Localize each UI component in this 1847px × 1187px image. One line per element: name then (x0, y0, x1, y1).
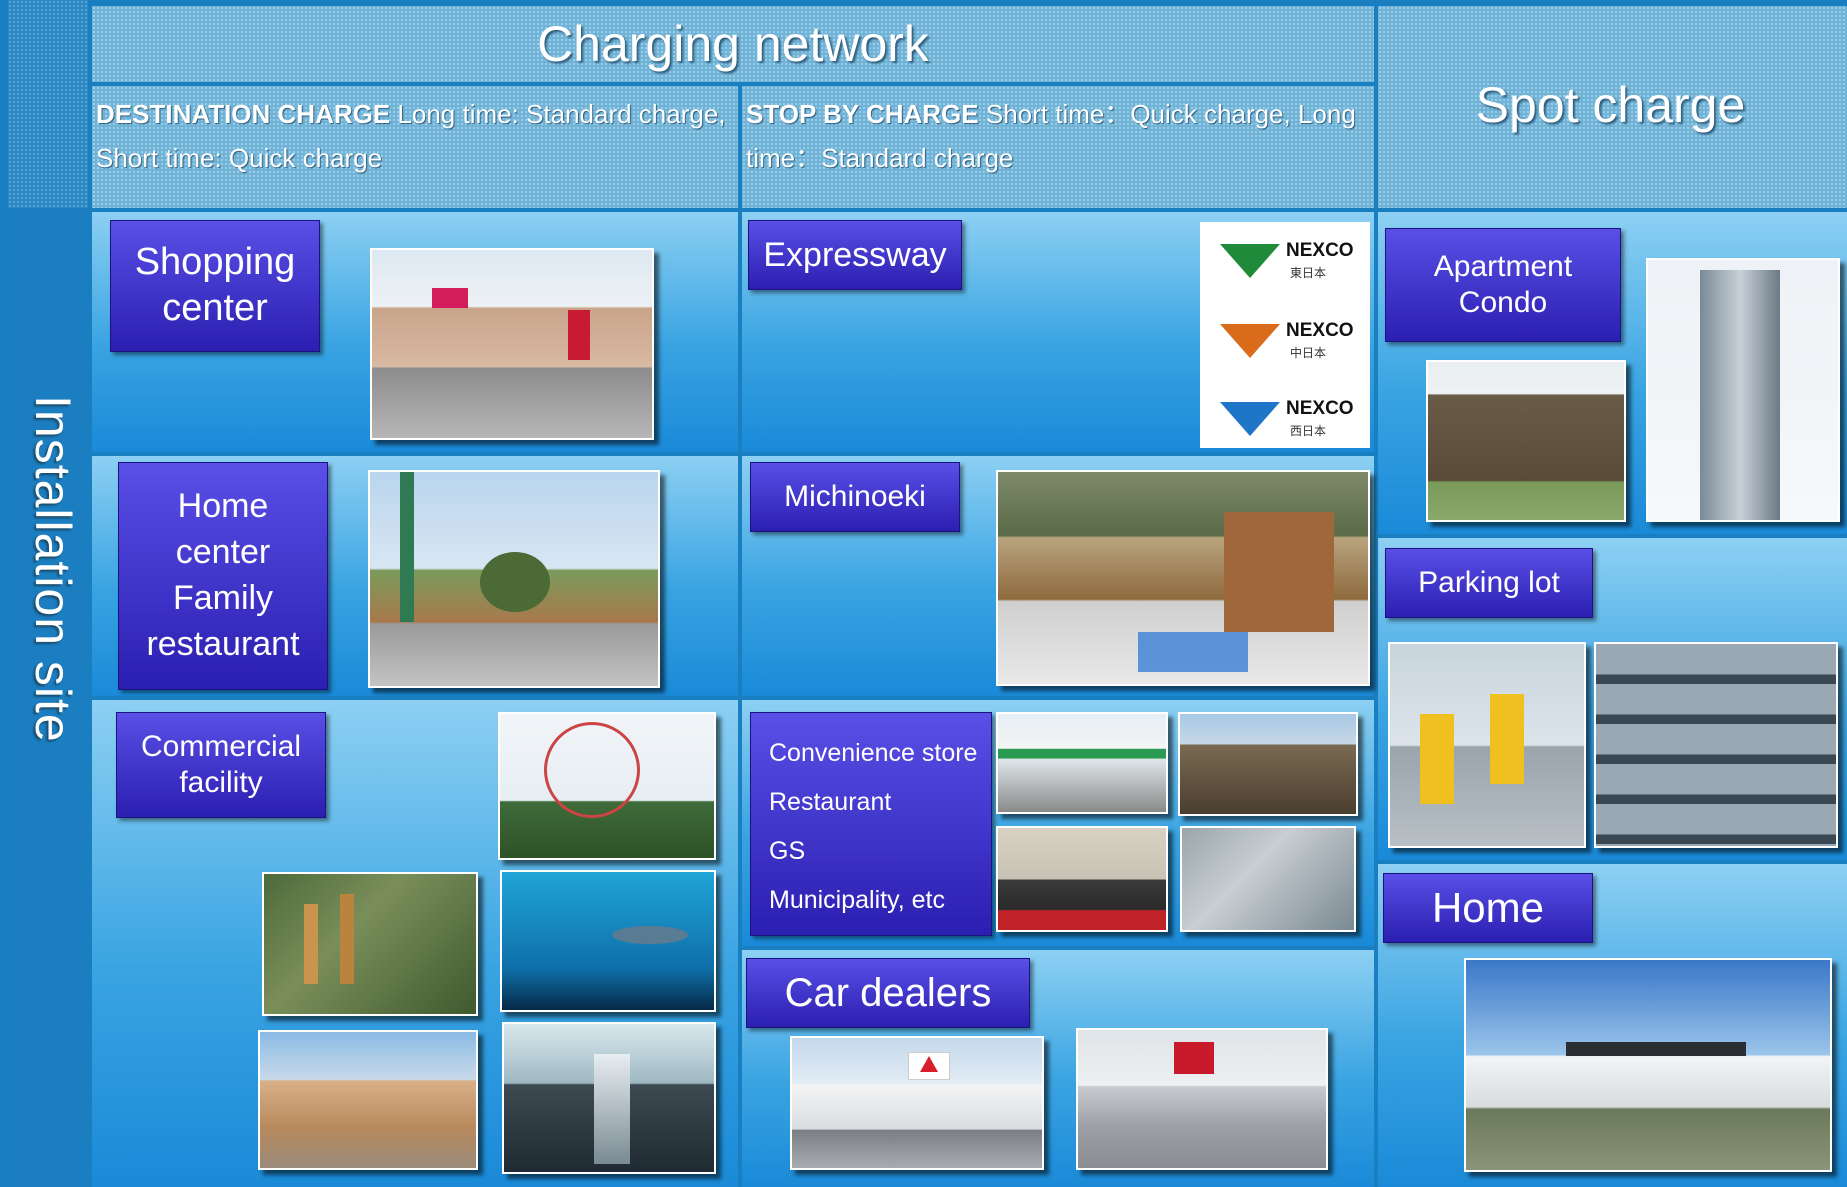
apartment-condo-badge: Apartment Condo (1385, 228, 1621, 342)
nissan-dealer-photo (1076, 1028, 1328, 1170)
nexco-east-logo: NEXCO 東日本 (1210, 232, 1360, 288)
apartment-line2: Condo (1458, 286, 1548, 319)
nexco-west-region: 西日本 (1290, 424, 1327, 438)
nexco-east-region: 東日本 (1290, 266, 1327, 280)
home-label: Home (1431, 883, 1545, 931)
convenience-store-badge: Convenience store Restaurant GS Municipa… (750, 712, 992, 936)
stop-by-charge-bold: STOP BY CHARGE (746, 99, 979, 129)
destination-charge-header: DESTINATION CHARGE Long time: Standard c… (92, 86, 738, 208)
convenience-store-photo (996, 712, 1168, 814)
gas-station-photo (1180, 826, 1356, 932)
mall-photo (502, 1022, 716, 1174)
zoo-photo (262, 872, 478, 1016)
commercial-facility-badge: Commercial facility (116, 712, 326, 818)
nexco-west-logo: NEXCO 西日本 (1210, 390, 1360, 446)
nexco-west-mark-icon (1220, 402, 1280, 436)
nexco-logos: NEXCO 東日本 NEXCO 中日本 NEXCO 西日本 (1200, 222, 1370, 448)
destination-charge-bold: DESTINATION CHARGE (96, 99, 391, 129)
nexco-central-logo: NEXCO 中日本 (1210, 312, 1360, 368)
parking-lot-badge: Parking lot (1385, 548, 1593, 618)
home-photo (1464, 958, 1832, 1172)
ferris-wheel-photo (498, 712, 716, 860)
home-center-line2: center (175, 533, 271, 572)
stop-by-charge-text: STOP BY CHARGE Short time：Quick charge, … (742, 86, 1374, 186)
shopping-center-line2: center (162, 287, 268, 329)
home-center-photo (368, 470, 660, 688)
ceremony-photo (996, 826, 1168, 932)
home-center-line1: Home (177, 487, 269, 526)
shopping-center-badge: Shopping center (110, 220, 320, 352)
home-center-line3: Family (172, 579, 274, 617)
convenience-item-2: GS (769, 837, 806, 865)
apartment-low-rise-photo (1426, 360, 1626, 522)
charging-network-header: Charging network (92, 6, 1374, 82)
home-badge: Home (1383, 873, 1593, 943)
installation-site-cell: Installation site (8, 205, 88, 1187)
nexco-west-name: NEXCO (1286, 398, 1354, 419)
nexco-central-name: NEXCO (1286, 320, 1354, 341)
mitsubishi-dealer-photo (790, 1036, 1044, 1170)
parking-tower-photo (1594, 642, 1838, 848)
car-dealers-badge: Car dealers (746, 958, 1030, 1028)
restaurant-photo (1178, 712, 1358, 816)
parking-machine-photo (1388, 642, 1586, 848)
home-center-badge: Home center Family restaurant (118, 462, 328, 690)
spot-charge-title: Spot charge (1475, 77, 1746, 133)
destination-charge-text: DESTINATION CHARGE Long time: Standard c… (92, 86, 738, 186)
nexco-central-region: 中日本 (1290, 346, 1327, 360)
apartment-line1: Apartment (1433, 250, 1573, 283)
installation-site-text: Installation site (25, 395, 81, 743)
convenience-item-0: Convenience store (769, 739, 978, 767)
convenience-item-3: Municipality, etc (769, 886, 945, 914)
commercial-facility-line1: Commercial (140, 730, 302, 763)
condo-tower-photo (1646, 258, 1840, 522)
nexco-central-mark-icon (1220, 324, 1280, 358)
michinoeki-photo (996, 470, 1370, 686)
michinoeki-label: Michinoeki (784, 480, 926, 513)
stop-by-charge-header: STOP BY CHARGE Short time：Quick charge, … (742, 86, 1374, 208)
home-center-line4: restaurant (146, 624, 300, 663)
michinoeki-badge: Michinoeki (750, 462, 960, 532)
shopping-center-photo (370, 248, 654, 440)
expressway-label: Expressway (763, 235, 947, 274)
aquarium-photo (500, 870, 716, 1012)
shopping-center-line1: Shopping (134, 241, 296, 284)
car-dealers-label: Car dealers (784, 971, 992, 1015)
nexco-east-name: NEXCO (1286, 240, 1354, 261)
spot-charge-header: Spot charge (1378, 6, 1847, 208)
expressway-badge: Expressway (748, 220, 962, 290)
charging-network-title: Charging network (537, 16, 929, 72)
left-header-top (8, 0, 88, 208)
parking-lot-label: Parking lot (1418, 566, 1560, 599)
town-photo (258, 1030, 478, 1170)
nexco-east-mark-icon (1220, 244, 1280, 278)
commercial-facility-line2: facility (179, 766, 263, 799)
convenience-item-1: Restaurant (769, 788, 892, 816)
